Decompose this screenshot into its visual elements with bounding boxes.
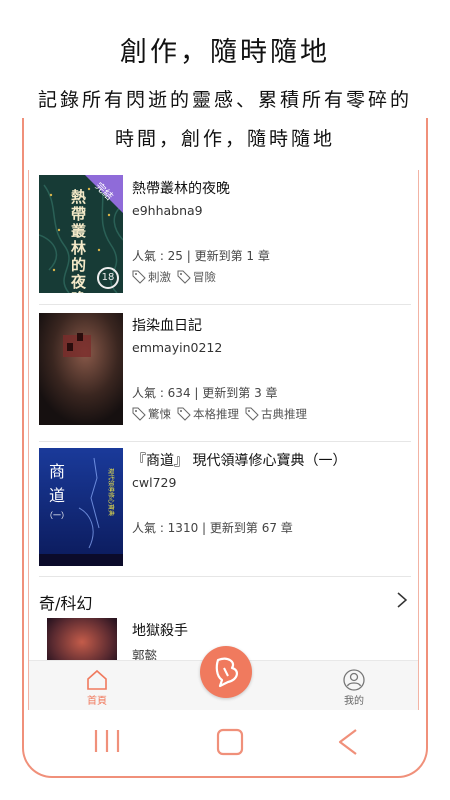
home-icon [87, 669, 107, 690]
book-cover: 完結 熱帶叢林的夜晚 18 [39, 175, 123, 293]
tab-home-label: 首頁 [87, 696, 107, 707]
tag-label: 本格推理 [193, 407, 239, 421]
tag-icon [177, 407, 191, 421]
tag-icon [245, 407, 259, 421]
book-title[interactable]: 『商道』 現代領導修心寶典（一） [132, 450, 346, 470]
age-18-icon: 18 [97, 267, 119, 289]
book-cover-art [39, 313, 123, 425]
book-item[interactable]: 完結 熱帶叢林的夜晚 18 熱帶叢林的夜晚 e9hhabna9 人氣 : 25 … [39, 170, 411, 305]
tag-icon [177, 270, 191, 284]
book-stats: 人氣 : 1310 | 更新到第 67 章 [132, 521, 293, 535]
tag-label: 驚悚 [148, 407, 171, 421]
book-cover-title: 商道 [49, 462, 66, 505]
age-label: 18 [101, 272, 115, 283]
user-icon [343, 669, 365, 691]
home-nav-icon[interactable] [216, 728, 244, 756]
book-title[interactable]: 熱帶叢林的夜晚 [132, 178, 230, 198]
book-author[interactable]: e9hhabna9 [132, 203, 203, 218]
back-nav-icon[interactable] [336, 728, 360, 756]
book-stats: 人氣 : 634 | 更新到第 3 章 [132, 386, 278, 400]
book-stats: 人氣 : 25 | 更新到第 1 章 [132, 249, 270, 263]
tab-mine-label: 我的 [344, 696, 364, 707]
tag-label: 刺激 [148, 270, 171, 284]
tag[interactable]: 刺激 [132, 269, 171, 285]
pen-logo-icon [215, 657, 238, 688]
svg-text:現代領導修心寶典: 現代領導修心寶典 [107, 468, 115, 516]
tag[interactable]: 冒險 [177, 269, 216, 285]
book-title[interactable]: 指染血日記 [132, 315, 202, 335]
book-author[interactable]: cwl729 [132, 475, 176, 490]
tab-mine[interactable]: 我的 [324, 669, 384, 707]
tag-label: 古典推理 [261, 407, 307, 421]
section-title: 奇/科幻 [39, 594, 93, 613]
book-tags: 刺激 冒險 [132, 269, 216, 285]
headline-title: 創作，隨時隨地 [120, 37, 330, 68]
book-cover-title: 熱帶叢林的夜晚 [71, 188, 87, 294]
app-screen: 完結 熱帶叢林的夜晚 18 熱帶叢林的夜晚 e9hhabna9 人氣 : 25 … [28, 170, 419, 710]
chevron-right-icon[interactable] [395, 591, 409, 609]
tag-label: 冒險 [193, 270, 216, 284]
book-cover: 現代領導修心寶典 商道 （一） [39, 448, 123, 566]
tag-icon [132, 407, 146, 421]
book-author[interactable]: emmayin0212 [132, 340, 222, 355]
create-button[interactable] [200, 646, 252, 698]
tag[interactable]: 古典推理 [245, 406, 307, 422]
book-item[interactable]: 現代領導修心寶典 商道 （一） 『商道』 現代領導修心寶典（一） cwl729 … [39, 442, 411, 577]
book-cover [39, 313, 123, 431]
tag[interactable]: 本格推理 [177, 406, 239, 422]
book-item[interactable]: 指染血日記 emmayin0212 人氣 : 634 | 更新到第 3 章 驚悚… [39, 307, 411, 442]
headline-line-1: 記錄所有閃逝的靈感、累積所有零碎的 [37, 89, 412, 111]
tag[interactable]: 驚悚 [132, 406, 171, 422]
recent-apps-icon[interactable] [92, 728, 122, 754]
book-cover-subtitle: （一） [45, 511, 69, 520]
book-title[interactable]: 地獄殺手 [132, 620, 188, 640]
book-tags: 驚悚 本格推理 古典推理 [132, 406, 307, 422]
tab-home[interactable]: 首頁 [67, 669, 127, 707]
tag-icon [132, 270, 146, 284]
